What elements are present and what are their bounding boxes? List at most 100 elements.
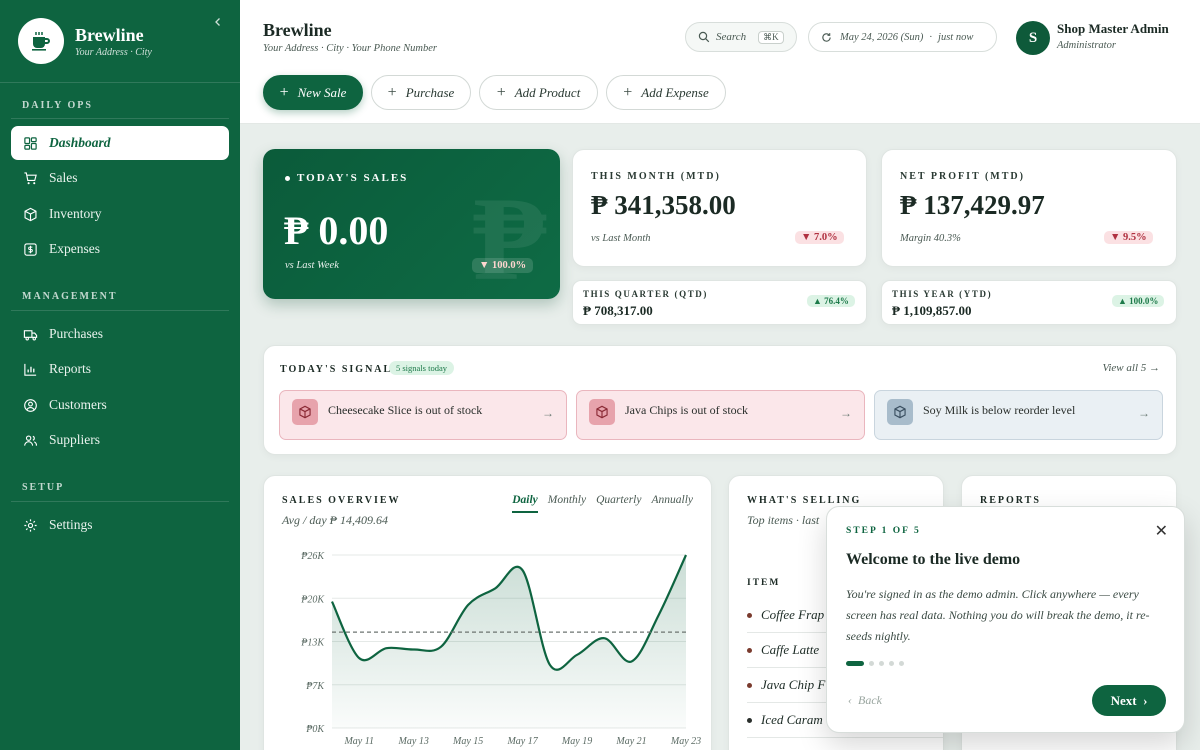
add-expense-label: Add Expense (641, 84, 709, 100)
dollar-icon (24, 242, 37, 256)
x-tick-label: May 21 (615, 736, 646, 747)
kpi-value: ₱ 341,358.00 (591, 190, 736, 220)
net-profit-card[interactable]: NET PROFIT (MTD) ₱ 137,429.97 Margin 40.… (881, 149, 1177, 267)
search-icon (698, 31, 710, 43)
sidebar-item-inventory[interactable]: Inventory (11, 197, 229, 231)
kpi-compare: Margin 40.3% (900, 233, 961, 244)
tour-step-label: STEP 1 OF 5 (846, 526, 921, 536)
signal-item[interactable]: Cheesecake Slice is out of stock → (279, 390, 567, 440)
sidebar-item-label: Inventory (49, 206, 102, 221)
avatar[interactable]: S (1016, 21, 1050, 55)
this-month-card[interactable]: THIS MONTH (MTD) ₱ 341,358.00 vs Last Mo… (572, 149, 867, 267)
search-button[interactable]: Search ⌘K (685, 22, 797, 52)
column-header-item: ITEM (747, 578, 781, 588)
y-tick-label: ₱20K (300, 594, 325, 605)
item-name: Caffe Latte (761, 642, 820, 657)
todays-sales-card[interactable]: ₱ TODAY'S SALES ₱ 0.00 vs Last Week ▼ 10… (263, 149, 560, 299)
current-date: May 24, 2026 (Sun) (840, 31, 924, 43)
signal-item[interactable]: Java Chips is out of stock → (576, 390, 865, 440)
sidebar-item-expenses[interactable]: Expenses (11, 232, 229, 266)
arrow-right-icon: → (840, 406, 852, 420)
kpi-value: ₱ 1,109,857.00 (892, 303, 972, 318)
signals-title: TODAY'S SIGNALS (280, 364, 400, 375)
kpi-label-text: TODAY'S SALES (297, 172, 409, 184)
sidebar-item-sales[interactable]: Sales (11, 161, 229, 195)
kpi-value: ₱ 708,317.00 (583, 303, 653, 318)
coffee-cup-icon (18, 18, 64, 64)
kpi-label: THIS YEAR (YTD) (892, 289, 993, 299)
add-expense-button[interactable]: + Add Expense (606, 75, 726, 110)
new-sale-button[interactable]: + New Sale (263, 75, 363, 110)
user-name: Shop Master Admin (1057, 21, 1169, 36)
tab-annually[interactable]: Annually (651, 494, 693, 513)
sidebar-item-suppliers[interactable]: Suppliers (11, 423, 229, 457)
signal-item[interactable]: Soy Milk is below reorder level → (874, 390, 1163, 440)
sidebar-divider (0, 82, 240, 83)
close-icon[interactable]: ✕ (1155, 521, 1168, 541)
progress-dot (869, 661, 874, 666)
box-icon (589, 399, 615, 425)
signals-count-badge: 5 signals today (389, 361, 454, 375)
bullet-dot (747, 612, 752, 618)
section-divider (11, 310, 229, 311)
dashboard-icon (24, 136, 37, 150)
x-tick-label: May 11 (343, 736, 374, 747)
sidebar-item-label: Expenses (49, 241, 100, 256)
view-all-signals-link[interactable]: View all 5 → (1102, 362, 1160, 374)
date-refresh-pill[interactable]: May 24, 2026 (Sun) · just now (808, 22, 997, 52)
sidebar-item-label: Purchases (49, 326, 103, 341)
reports-title: REPORTS (980, 495, 1041, 506)
sidebar-item-dashboard[interactable]: Dashboard (11, 126, 229, 160)
new-sale-label: New Sale (297, 84, 347, 100)
sidebar-item-label: Customers (49, 397, 107, 412)
kpi-delta-badge: ▼ 9.5% (1104, 231, 1153, 244)
kpi-label: NET PROFIT (MTD) (900, 171, 1025, 182)
purchase-label: Purchase (405, 84, 455, 100)
tour-popover: STEP 1 OF 5 ✕ Welcome to the live demo Y… (826, 506, 1185, 733)
sidebar-item-reports[interactable]: Reports (11, 352, 229, 386)
section-divider (11, 501, 229, 502)
sidebar-item-settings[interactable]: Settings (11, 508, 229, 542)
add-product-button[interactable]: + Add Product (479, 75, 598, 110)
tab-daily[interactable]: Daily (512, 494, 538, 513)
bullet-dot (747, 682, 752, 688)
kpi-label: THIS QUARTER (QTD) (583, 289, 708, 299)
sidebar-item-label: Sales (49, 170, 78, 185)
this-year-card[interactable]: THIS YEAR (YTD) ₱ 1,109,857.00 ▲ 100.0% (881, 280, 1177, 325)
kpi-delta-badge: ▼ 100.0% (472, 258, 534, 273)
box-icon (24, 207, 37, 221)
signal-text: Cheesecake Slice is out of stock (328, 402, 483, 417)
item-name: Java Chip F (761, 677, 826, 692)
brand-address: Your Address · City (75, 46, 152, 58)
sidebar-item-purchases[interactable]: Purchases (11, 317, 229, 351)
sidebar-item-label: Settings (49, 517, 93, 532)
next-button[interactable]: Next › (1092, 685, 1166, 716)
sales-chart[interactable]: ₱0K ₱7K ₱13K ₱20K ₱26K May 11 May 13 May 15 May … (264, 536, 711, 750)
sidebar-item-customers[interactable]: Customers (11, 388, 229, 422)
bullet-dot (747, 717, 752, 723)
refresh-status: just now (938, 31, 974, 43)
tab-quarterly[interactable]: Quarterly (596, 494, 641, 513)
cart-icon (24, 171, 37, 184)
chart-icon (24, 363, 37, 376)
item-name: Coffee Frap (761, 607, 825, 622)
kpi-delta-badge: ▲ 76.4% (807, 295, 855, 307)
search-shortcut: ⌘K (758, 30, 784, 44)
x-tick-label: May 13 (398, 736, 429, 747)
back-button[interactable]: ‹ Back (848, 693, 882, 708)
kpi-label: TODAY'S SALES (285, 172, 408, 184)
tab-monthly[interactable]: Monthly (548, 494, 586, 513)
y-tick-label: ₱13K (300, 638, 325, 649)
progress-dot (889, 661, 894, 666)
this-quarter-card[interactable]: THIS QUARTER (QTD) ₱ 708,317.00 ▲ 76.4% (572, 280, 867, 325)
tour-progress-dots (846, 661, 904, 666)
y-tick-label: ₱0K (305, 724, 325, 735)
add-product-label: Add Product (514, 84, 581, 100)
y-tick-label: ₱7K (305, 681, 325, 692)
collapse-sidebar-chevron-icon[interactable] (210, 14, 226, 30)
page-subtitle: Your Address · City · Your Phone Number (263, 43, 437, 54)
brand[interactable]: Brewline Your Address · City (18, 18, 152, 64)
purchase-button[interactable]: + Purchase (371, 75, 471, 110)
truck-icon (23, 329, 38, 340)
kpi-compare: vs Last Month (591, 233, 651, 244)
